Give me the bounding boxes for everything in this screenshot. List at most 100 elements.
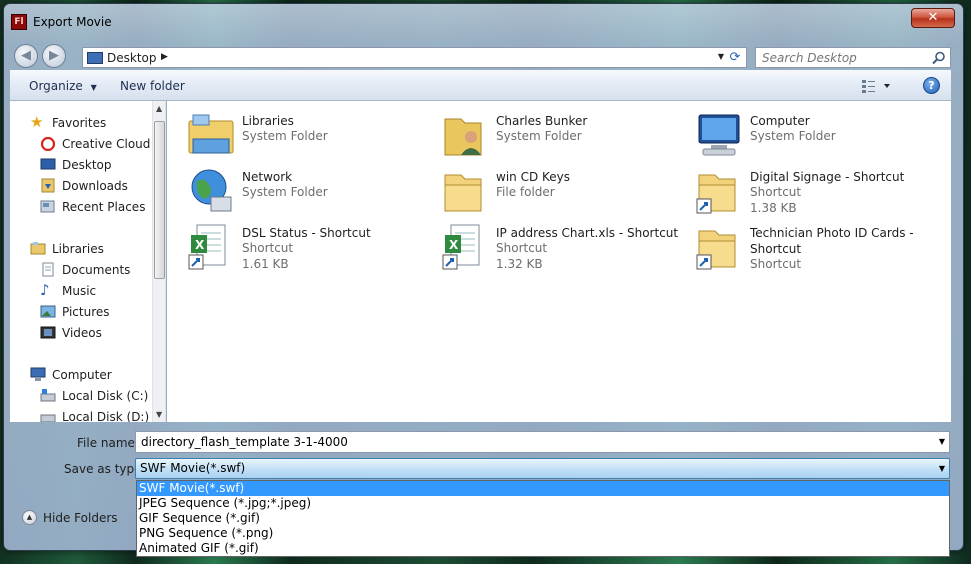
file-name: Libraries	[242, 114, 294, 128]
save-type-value: SWF Movie(*.swf)	[140, 461, 246, 475]
file-type: Shortcut	[496, 241, 548, 255]
network-globe-icon	[191, 169, 232, 212]
hide-folders-label: Hide Folders	[43, 511, 118, 525]
creative-cloud-icon	[40, 136, 56, 151]
file-type: System Folder	[242, 129, 328, 143]
disk-drive-icon	[40, 389, 56, 402]
nav-label: Desktop	[62, 158, 112, 172]
nav-label: Creative Cloud Fi	[62, 137, 164, 151]
chevron-down-icon[interactable]: ▼	[939, 464, 945, 473]
desktop-icon	[40, 158, 56, 170]
file-name: Computer	[750, 114, 810, 128]
breadcrumb-arrow-icon[interactable]: ▶	[161, 52, 168, 62]
save-type-label: Save as type:	[64, 462, 146, 476]
videos-icon	[40, 326, 56, 339]
recent-places-icon	[40, 200, 55, 213]
close-button[interactable]: ✕	[911, 8, 955, 28]
computer-icon	[30, 367, 46, 381]
desktop-icon	[87, 52, 103, 64]
file-item-ip-address-chart-shortcut[interactable]: X IP address Chart.xls - Shortcut Shortc…	[441, 223, 686, 275]
pictures-icon	[40, 305, 56, 318]
file-name-input[interactable]	[136, 432, 926, 452]
address-bar[interactable]: Desktop ▶ ▼ ⟳	[82, 47, 747, 68]
nav-label: Favorites	[52, 116, 107, 130]
file-size: 1.38 KB	[750, 201, 797, 215]
search-input[interactable]	[756, 48, 926, 67]
file-type: Shortcut	[242, 241, 294, 255]
folder-shortcut-icon	[696, 174, 736, 214]
organize-label: Organize	[29, 79, 83, 93]
scroll-up-icon[interactable]: ▲	[156, 104, 162, 113]
nav-label: Pictures	[62, 305, 110, 319]
file-type: Shortcut	[750, 257, 802, 271]
command-bar: Organize ▼ New folder ?	[10, 70, 951, 101]
search-box[interactable]	[755, 47, 951, 68]
help-icon[interactable]: ?	[923, 77, 940, 94]
file-name: Technician Photo ID Cards - Shortcut	[750, 226, 914, 256]
save-type-option[interactable]: SWF Movie(*.swf)	[137, 481, 949, 496]
file-item-technician-photo-id-cards-shortcut[interactable]: Technician Photo ID Cards - Shortcut Sho…	[695, 223, 940, 275]
change-view-icon[interactable]	[861, 79, 891, 93]
file-name: Digital Signage - Shortcut	[750, 170, 905, 184]
organize-menu[interactable]: Organize ▼	[29, 79, 97, 93]
back-button[interactable]: ◀	[14, 44, 38, 68]
save-type-option[interactable]: JPEG Sequence (*.jpg;*.jpeg)	[137, 496, 949, 511]
address-location[interactable]: Desktop	[107, 51, 157, 65]
file-name: Network	[242, 170, 293, 184]
chevron-up-icon: ▲	[22, 510, 37, 525]
excel-shortcut-icon: X	[188, 224, 226, 270]
chevron-down-icon[interactable]: ▼	[939, 437, 945, 446]
forward-button[interactable]: ▶	[42, 44, 66, 68]
save-type-option[interactable]: PNG Sequence (*.png)	[137, 526, 949, 541]
file-name: win CD Keys	[496, 170, 571, 184]
nav-label: Local Disk (C:)	[62, 389, 149, 403]
svg-text:X: X	[195, 238, 205, 252]
file-item-libraries[interactable]: Libraries System Folder	[187, 111, 432, 163]
file-list: Libraries System Folder Charles Bunker S…	[167, 101, 951, 422]
scrollbar-thumb[interactable]	[154, 121, 165, 279]
nav-label: Libraries	[52, 242, 104, 256]
save-type-select[interactable]: SWF Movie(*.swf) ▼	[135, 458, 950, 479]
scroll-down-icon[interactable]: ▼	[156, 410, 162, 419]
libraries-icon	[30, 242, 46, 255]
file-item-dsl-status-shortcut[interactable]: X DSL Status - Shortcut Shortcut 1.61 KB	[187, 223, 432, 275]
new-folder-button[interactable]: New folder	[120, 79, 185, 93]
file-name: Charles Bunker	[496, 114, 588, 128]
nav-label: Music	[62, 284, 97, 298]
file-name-combobox[interactable]: ▼	[135, 431, 950, 453]
file-type: System Folder	[496, 129, 582, 143]
address-dropdown-icon[interactable]: ▼	[718, 52, 724, 61]
documents-icon	[42, 262, 54, 277]
nav-label: Downloads	[62, 179, 128, 193]
file-name: DSL Status - Shortcut	[242, 226, 371, 240]
save-type-dropdown-list: SWF Movie(*.swf) JPEG Sequence (*.jpg;*.…	[136, 480, 950, 557]
file-item-charles-bunker[interactable]: Charles Bunker System Folder	[441, 111, 686, 163]
navigation-pane: ★ Favorites Creative Cloud Fi Desktop Do…	[10, 101, 166, 422]
chevron-down-icon: ▼	[90, 83, 97, 92]
nav-label: Documents	[62, 263, 131, 277]
flash-app-icon: Fl	[11, 14, 27, 30]
computer-icon	[698, 114, 740, 156]
save-type-option[interactable]: Animated GIF (*.gif)	[137, 541, 949, 556]
search-icon[interactable]	[932, 51, 946, 65]
save-type-option[interactable]: GIF Sequence (*.gif)	[137, 511, 949, 526]
file-item-win-cd-keys[interactable]: win CD Keys File folder	[441, 167, 686, 219]
file-item-network[interactable]: Network System Folder	[187, 167, 432, 219]
svg-text:X: X	[449, 238, 459, 252]
navigation-scrollbar[interactable]: ▲ ▼	[152, 101, 165, 422]
window-title: Export Movie	[33, 15, 112, 29]
file-size: 1.32 KB	[496, 257, 543, 271]
libraries-folder-icon	[188, 114, 234, 154]
file-item-digital-signage-shortcut[interactable]: Digital Signage - Shortcut Shortcut 1.38…	[695, 167, 940, 219]
file-type: System Folder	[750, 129, 836, 143]
folder-shortcut-icon	[696, 230, 736, 270]
disk-drive-icon	[40, 414, 56, 422]
file-size: 1.61 KB	[242, 257, 289, 271]
refresh-icon[interactable]: ⟳	[726, 49, 744, 66]
nav-label: Computer	[52, 368, 112, 382]
downloads-folder-icon	[41, 178, 55, 193]
title-bar[interactable]: Fl Export Movie ✕	[4, 4, 963, 38]
file-type: System Folder	[242, 185, 328, 199]
file-item-computer[interactable]: Computer System Folder	[695, 111, 940, 163]
nav-label: Videos	[62, 326, 102, 340]
